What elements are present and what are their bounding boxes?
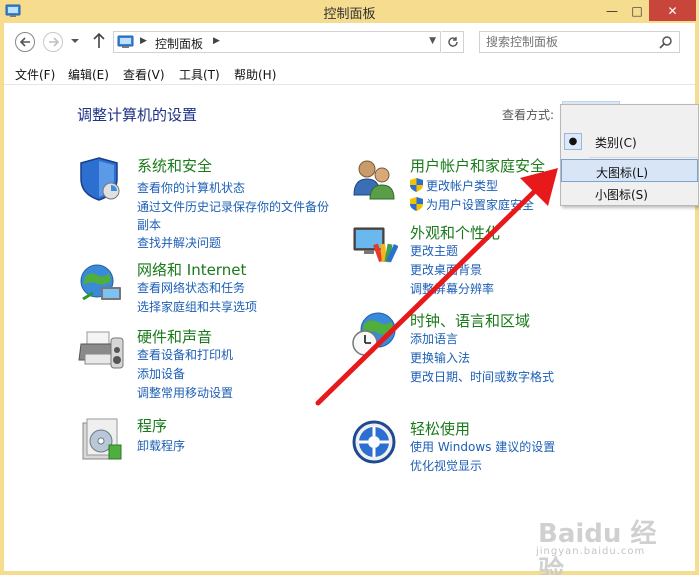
uac-shield-icon (410, 178, 423, 192)
minimize-button[interactable]: — (599, 0, 625, 21)
link-troubleshoot[interactable]: 查找并解决问题 (137, 234, 221, 251)
programs-icon[interactable] (77, 415, 125, 463)
category-title[interactable]: 程序 (137, 415, 167, 436)
link-family-safety[interactable]: 为用户设置家庭安全 (410, 196, 534, 213)
menu-option-category[interactable]: ● 类别(C) (561, 130, 698, 153)
link-screen-resolution[interactable]: 调整屏幕分辨率 (410, 280, 494, 297)
menu-file[interactable]: 文件(F) (15, 66, 55, 83)
up-button[interactable] (92, 31, 106, 51)
network-globe-icon[interactable] (77, 259, 125, 307)
refresh-button[interactable] (442, 31, 464, 53)
link-check-computer-status[interactable]: 查看你的计算机状态 (137, 179, 245, 196)
category-appearance: 外观和个性化 更改主题 更改桌面背景 调整屏幕分辨率 (350, 222, 590, 297)
category-title[interactable]: 时钟、语言和区域 (410, 310, 530, 331)
option-label: 类别(C) (595, 136, 637, 150)
forward-arrow-icon (48, 37, 59, 47)
option-label: 小图标(S) (595, 188, 648, 202)
category-ease-of-access: 轻松使用 使用 Windows 建议的设置 优化视觉显示 (350, 418, 590, 478)
back-arrow-icon (19, 37, 30, 47)
watermark-url: jingyan.baidu.com (536, 546, 646, 557)
link-change-theme[interactable]: 更改主题 (410, 242, 458, 259)
link-uninstall-program[interactable]: 卸载程序 (137, 437, 185, 454)
link-change-input-method[interactable]: 更换输入法 (410, 349, 470, 366)
category-programs: 程序 卸载程序 (77, 415, 347, 465)
link-file-history-backup[interactable]: 通过文件历史记录保存你的文件备份 (137, 198, 329, 215)
category-hardware-sound: 硬件和声音 查看设备和打印机 添加设备 调整常用移动设置 (77, 326, 347, 400)
shield-icon[interactable] (77, 155, 125, 203)
category-title[interactable]: 硬件和声音 (137, 326, 212, 347)
maximize-button[interactable]: □ (626, 0, 648, 21)
link-change-account-type[interactable]: 更改帐户类型 (410, 177, 498, 194)
watermark-text: Baidu 经验 (538, 519, 657, 575)
category-title[interactable]: 外观和个性化 (410, 222, 500, 243)
window-title: 控制面板 (323, 7, 376, 22)
menu-divider (589, 157, 697, 158)
view-by-label: 查看方式: (502, 108, 555, 122)
link-file-history-backup-cont[interactable]: 副本 (137, 216, 161, 233)
link-label: 更改帐户类型 (426, 179, 499, 193)
address-bar: ▶ 控制面板 ▶ ▼ (4, 23, 695, 61)
link-mobility-settings[interactable]: 调整常用移动设置 (137, 384, 233, 401)
selected-bullet-icon: ● (564, 133, 582, 150)
category-user-accounts: 用户帐户和家庭安全 更改帐户类型 为用户设置家庭安全 (350, 155, 590, 215)
clock-globe-icon[interactable] (350, 310, 398, 358)
link-recommended-settings[interactable]: 使用 Windows 建议的设置 (410, 438, 555, 455)
link-add-device[interactable]: 添加设备 (137, 365, 185, 382)
page-title: 调整计算机的设置 (77, 106, 198, 124)
category-network: 网络和 Internet 查看网络状态和任务 选择家庭组和共享选项 (77, 259, 347, 314)
category-title[interactable]: 系统和安全 (137, 155, 212, 176)
appearance-icon[interactable] (350, 222, 398, 270)
link-homegroup-sharing[interactable]: 选择家庭组和共享选项 (137, 298, 257, 315)
category-system-security: 系统和安全 查看你的计算机状态 通过文件历史记录保存你的文件备份 副本 查找并解… (77, 155, 347, 250)
search-icon[interactable] (659, 35, 673, 49)
baidu-watermark: Baidu 经验 jingyan.baidu.com (532, 513, 682, 575)
menu-help[interactable]: 帮助(H) (234, 66, 276, 83)
chevron-right-icon[interactable]: ▶ (140, 36, 147, 46)
link-add-language[interactable]: 添加语言 (410, 330, 458, 347)
breadcrumb[interactable]: 控制面板 (155, 35, 203, 52)
back-button[interactable] (15, 32, 35, 52)
control-panel-icon (117, 35, 134, 48)
printer-icon[interactable] (77, 326, 125, 374)
link-date-time-format[interactable]: 更改日期、时间或数字格式 (410, 368, 554, 385)
link-label: 为用户设置家庭安全 (426, 198, 535, 212)
refresh-icon (447, 37, 458, 47)
uac-shield-icon (410, 197, 423, 211)
link-network-status[interactable]: 查看网络状态和任务 (137, 279, 245, 296)
up-arrow-icon (93, 32, 105, 48)
address-field[interactable]: ▶ 控制面板 ▶ ▼ (113, 31, 441, 53)
chevron-down-icon (71, 39, 79, 43)
menu-view[interactable]: 查看(V) (123, 66, 165, 83)
category-title[interactable]: 轻松使用 (410, 418, 470, 439)
category-clock-region: 时钟、语言和区域 添加语言 更换输入法 更改日期、时间或数字格式 (350, 310, 590, 385)
link-desktop-background[interactable]: 更改桌面背景 (410, 261, 482, 278)
menu-bar: 文件(F) 编辑(E) 查看(V) 工具(T) 帮助(H) (4, 61, 695, 85)
view-by-menu: ● 类别(C) 大图标(L) 小图标(S) (560, 104, 699, 206)
menu-edit[interactable]: 编辑(E) (68, 66, 109, 83)
users-icon[interactable] (350, 155, 398, 203)
forward-button[interactable] (43, 32, 63, 52)
menu-tools[interactable]: 工具(T) (179, 66, 220, 83)
link-devices-printers[interactable]: 查看设备和打印机 (137, 346, 233, 363)
chevron-right-icon[interactable]: ▶ (213, 36, 220, 46)
category-title[interactable]: 网络和 Internet (137, 259, 246, 280)
ease-of-access-icon[interactable] (350, 418, 398, 466)
menu-option-large-icons[interactable]: 大图标(L) (561, 159, 698, 182)
menu-option-small-icons[interactable]: 小图标(S) (561, 182, 698, 205)
recent-locations-button[interactable] (70, 34, 82, 48)
category-title[interactable]: 用户帐户和家庭安全 (410, 155, 545, 176)
close-button[interactable]: ✕ (649, 0, 696, 21)
address-dropdown-icon[interactable]: ▼ (429, 36, 436, 46)
search-input[interactable] (486, 35, 656, 49)
link-optimize-visual[interactable]: 优化视觉显示 (410, 457, 482, 474)
title-bar: 控制面板 — □ ✕ (0, 0, 699, 23)
option-label: 大图标(L) (596, 166, 649, 180)
search-field[interactable] (479, 31, 680, 53)
